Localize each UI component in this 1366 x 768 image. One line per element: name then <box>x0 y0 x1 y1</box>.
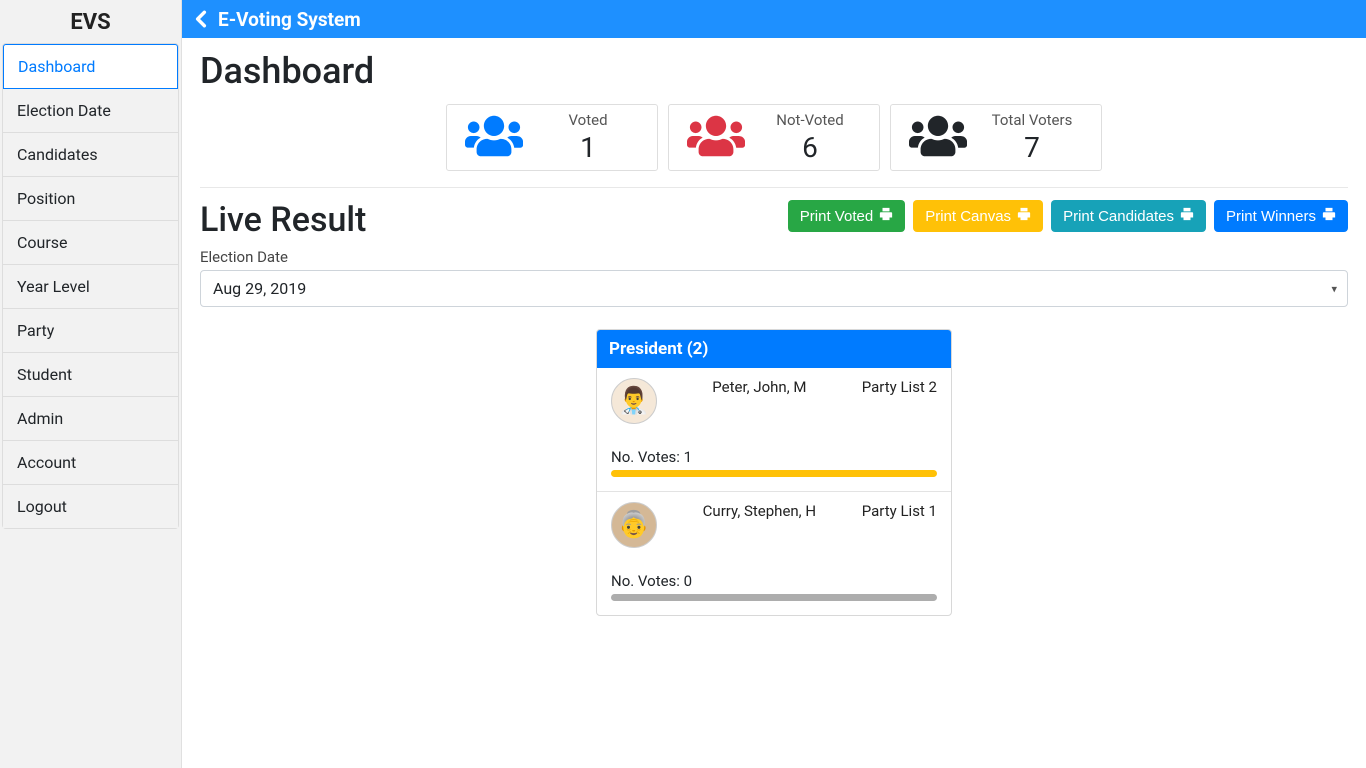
candidate-name: Curry, Stephen, H <box>671 502 848 520</box>
sidebar-item-dashboard[interactable]: Dashboard <box>3 44 178 89</box>
summary-value: 7 <box>981 131 1083 164</box>
candidate-party: Party List 1 <box>862 502 937 520</box>
summary-card-not-voted: Not-Voted 6 <box>668 104 880 171</box>
summary-label: Voted <box>537 111 639 129</box>
back-icon[interactable] <box>194 10 208 28</box>
avatar: 👵 <box>611 502 657 548</box>
sidebar-item-position[interactable]: Position <box>3 177 178 221</box>
sidebar-item-admin[interactable]: Admin <box>3 397 178 441</box>
summary-label: Not-Voted <box>759 111 861 129</box>
print-button-group: Print Voted Print Canvas Print Candidate… <box>788 200 1348 232</box>
sidebar-item-year-level[interactable]: Year Level <box>3 265 178 309</box>
position-card: President (2) 👨‍⚕️ Peter, John, M Party … <box>596 329 952 616</box>
print-candidates-button[interactable]: Print Candidates <box>1051 200 1206 232</box>
votes-progress <box>611 470 937 477</box>
main-area: E-Voting System Dashboard Voted 1 Not-Vo… <box>182 0 1366 768</box>
divider <box>200 187 1348 188</box>
avatar: 👨‍⚕️ <box>611 378 657 424</box>
print-icon <box>1180 207 1194 225</box>
position-header: President (2) <box>597 330 951 368</box>
sidebar-item-account[interactable]: Account <box>3 441 178 485</box>
print-voted-label: Print Voted <box>800 208 873 225</box>
summary-value: 6 <box>759 131 861 164</box>
votes-label: No. Votes: 1 <box>611 448 937 466</box>
sidebar-item-student[interactable]: Student <box>3 353 178 397</box>
votes-progress <box>611 594 937 601</box>
summary-card-total-voters: Total Voters 7 <box>890 104 1102 171</box>
summary-value: 1 <box>537 131 639 164</box>
sidebar: EVS DashboardElection DateCandidatesPosi… <box>0 0 182 768</box>
page-title: Dashboard <box>200 50 1348 92</box>
election-date-select[interactable]: Aug 29, 2019 <box>200 270 1348 307</box>
topbar: E-Voting System <box>182 0 1366 38</box>
brand-logo: EVS <box>0 0 181 43</box>
votes-label: No. Votes: 0 <box>611 572 937 590</box>
sidebar-item-election-date[interactable]: Election Date <box>3 89 178 133</box>
app-title: E-Voting System <box>218 8 361 31</box>
summary-card-voted: Voted 1 <box>446 104 658 171</box>
election-date-value: Aug 29, 2019 <box>213 279 306 298</box>
live-result-title: Live Result <box>200 200 366 240</box>
print-winners-button[interactable]: Print Winners <box>1214 200 1348 232</box>
print-icon <box>1322 207 1336 225</box>
print-voted-button[interactable]: Print Voted <box>788 200 905 232</box>
election-date-label: Election Date <box>200 248 1348 266</box>
sidebar-item-candidates[interactable]: Candidates <box>3 133 178 177</box>
users-icon <box>687 112 745 164</box>
sidebar-item-party[interactable]: Party <box>3 309 178 353</box>
print-winners-label: Print Winners <box>1226 208 1316 225</box>
sidebar-nav: DashboardElection DateCandidatesPosition… <box>2 43 179 529</box>
summary-cards: Voted 1 Not-Voted 6 Total Voters 7 <box>200 104 1348 171</box>
votes-progress-fill <box>611 594 937 601</box>
votes-progress-fill <box>611 470 937 477</box>
candidate-block: 👵 Curry, Stephen, H Party List 1 No. Vot… <box>597 492 951 615</box>
sidebar-item-course[interactable]: Course <box>3 221 178 265</box>
print-icon <box>879 207 893 225</box>
sidebar-item-logout[interactable]: Logout <box>3 485 178 528</box>
users-icon <box>465 112 523 164</box>
candidate-block: 👨‍⚕️ Peter, John, M Party List 2 No. Vot… <box>597 368 951 492</box>
candidate-name: Peter, John, M <box>671 378 848 396</box>
print-canvas-label: Print Canvas <box>925 208 1011 225</box>
print-canvas-button[interactable]: Print Canvas <box>913 200 1043 232</box>
candidate-party: Party List 2 <box>862 378 937 396</box>
print-candidates-label: Print Candidates <box>1063 208 1174 225</box>
print-icon <box>1017 207 1031 225</box>
users-icon <box>909 112 967 164</box>
summary-label: Total Voters <box>981 111 1083 129</box>
